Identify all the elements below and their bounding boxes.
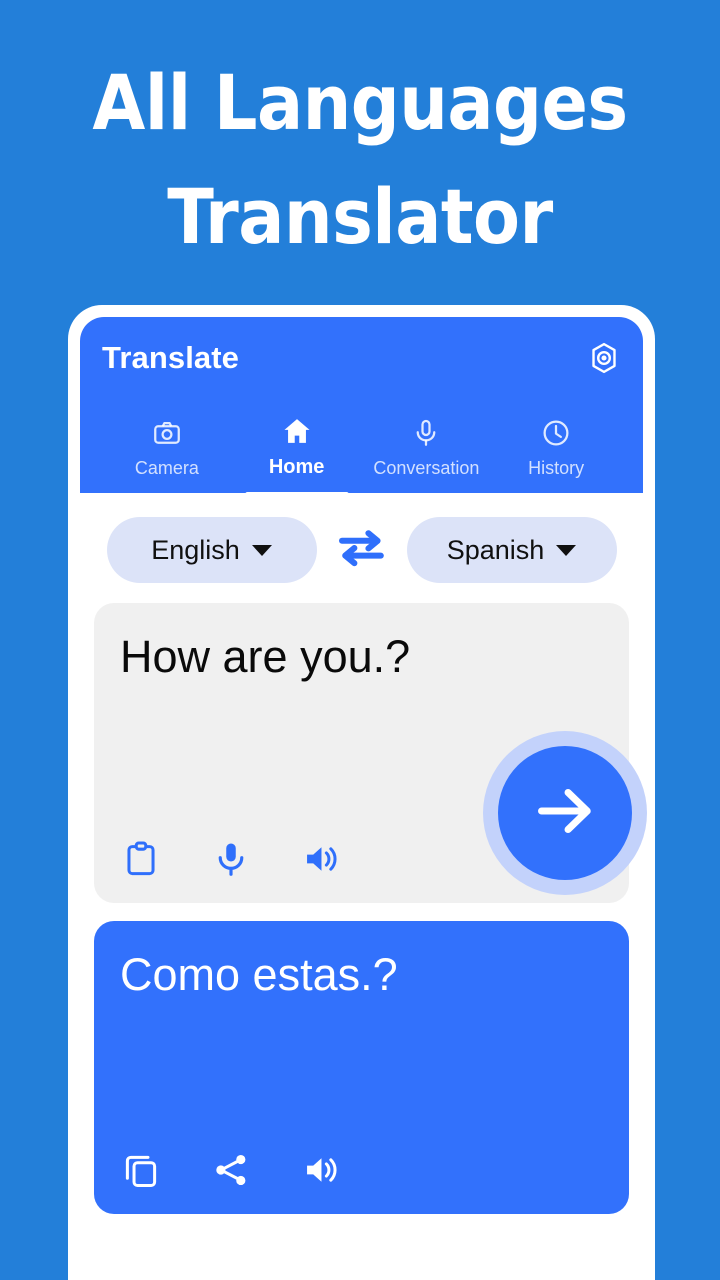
source-text-card[interactable]: How are you.? [94, 603, 647, 903]
promo-headline: All Languages Translator [92, 58, 628, 261]
source-text[interactable]: How are you.? [120, 631, 603, 683]
copy-icon[interactable] [120, 1149, 162, 1191]
phone-mockup-frame: Translate Camera Home Conversation Histo… [68, 305, 655, 1280]
tab-active-underline [244, 492, 349, 497]
target-language-chip[interactable]: Spanish [406, 517, 617, 583]
clock-icon [541, 417, 571, 449]
speaker-icon[interactable] [300, 1149, 342, 1191]
tab-history[interactable]: History [491, 417, 621, 489]
microphone-icon [411, 417, 441, 449]
app-screen: Translate Camera Home Conversation Histo… [80, 317, 647, 1280]
translate-button[interactable] [483, 731, 647, 895]
tab-home[interactable]: Home [232, 415, 362, 497]
tab-conversation[interactable]: Conversation [362, 417, 492, 489]
swap-languages-button[interactable] [333, 521, 391, 579]
tab-history-label: History [528, 458, 585, 478]
speaker-icon[interactable] [300, 838, 342, 880]
tab-bar: Camera Home Conversation History [102, 393, 621, 497]
source-language-chip[interactable]: English [106, 517, 317, 583]
tab-camera-label: Camera [134, 458, 199, 478]
chevron-down-icon [251, 544, 272, 556]
microphone-icon[interactable] [210, 838, 252, 880]
home-icon [281, 415, 313, 447]
promo-screenshot: All Languages Translator Translate Camer… [0, 0, 720, 1280]
app-title-row: Translate [102, 335, 621, 381]
translated-text-card[interactable]: Como estas.? [94, 921, 629, 1214]
settings-hexagon-icon[interactable] [587, 341, 621, 375]
arrow-right-icon [528, 774, 602, 853]
camera-icon [152, 417, 182, 449]
input-card-wrap: How are you.? Como estas.? [80, 603, 647, 1214]
app-title: Translate [102, 340, 240, 375]
translate-button-inner [498, 746, 632, 880]
swap-arrows-icon [336, 526, 388, 575]
share-icon[interactable] [210, 1149, 252, 1191]
translated-text: Como estas.? [120, 949, 398, 1000]
paste-icon[interactable] [120, 838, 162, 880]
tab-conversation-label: Conversation [373, 458, 480, 478]
chevron-down-icon [556, 544, 577, 556]
target-language-label: Spanish [446, 534, 545, 565]
output-card-actions [120, 1148, 603, 1192]
tab-camera[interactable]: Camera [102, 417, 232, 489]
app-header: Translate Camera Home Conversation Histo… [80, 317, 643, 497]
source-language-label: English [151, 534, 240, 565]
language-selector-row: English Spanish [80, 517, 643, 583]
tab-home-label: Home [268, 456, 325, 478]
